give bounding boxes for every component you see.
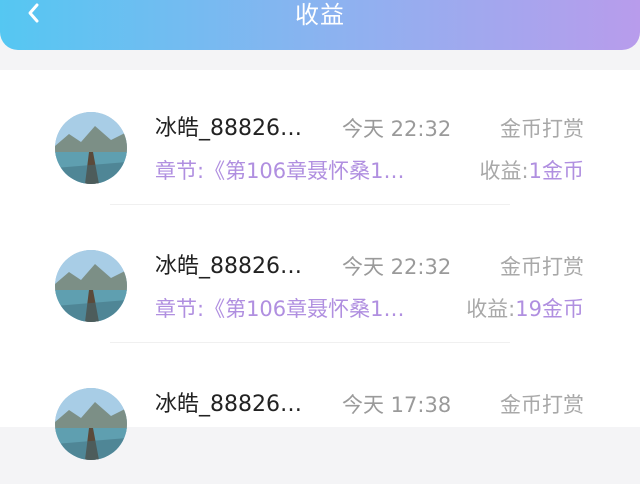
record-type: 金币打赏	[500, 255, 584, 279]
header-bar: 收益	[0, 0, 640, 50]
page-title: 收益	[295, 1, 345, 29]
earnings-list: 冰皓_88826… 今天 22:32 金币打赏 章节:《第106章聂怀桑1… 收…	[0, 70, 640, 460]
list-item[interactable]: 冰皓_88826… 今天 22:32 金币打赏 章节:《第106章聂怀桑1… 收…	[0, 208, 640, 346]
list-item[interactable]: 冰皓_88826… 今天 22:32 金币打赏 章节:《第106章聂怀桑1… 收…	[0, 70, 640, 208]
user-name: 冰皓_88826…	[155, 392, 302, 417]
record-time: 今天 22:32	[342, 255, 452, 279]
avatar	[55, 112, 127, 184]
divider	[110, 204, 510, 205]
earnings-amount: 收益:1金币	[480, 156, 584, 186]
user-name: 冰皓_88826…	[155, 116, 302, 141]
user-name: 冰皓_88826…	[155, 254, 302, 279]
earnings-value: 1金币	[528, 159, 584, 183]
record-time: 今天 22:32	[342, 117, 452, 141]
list-item[interactable]: 冰皓_88826… 今天 17:38 金币打赏	[0, 346, 640, 484]
earnings-amount: 收益:19金币	[466, 294, 584, 324]
divider	[110, 342, 510, 343]
avatar	[55, 388, 127, 460]
record-type: 金币打赏	[500, 393, 584, 417]
chapter-link[interactable]: 章节:《第106章聂怀桑1…	[155, 294, 445, 324]
record-type: 金币打赏	[500, 117, 584, 141]
earnings-label: 收益:	[479, 159, 529, 183]
earnings-label: 收益:	[466, 297, 516, 321]
record-time: 今天 17:38	[342, 393, 452, 417]
chapter-link[interactable]: 章节:《第106章聂怀桑1…	[155, 156, 445, 186]
earnings-value: 19金币	[515, 297, 584, 321]
avatar	[55, 250, 127, 322]
